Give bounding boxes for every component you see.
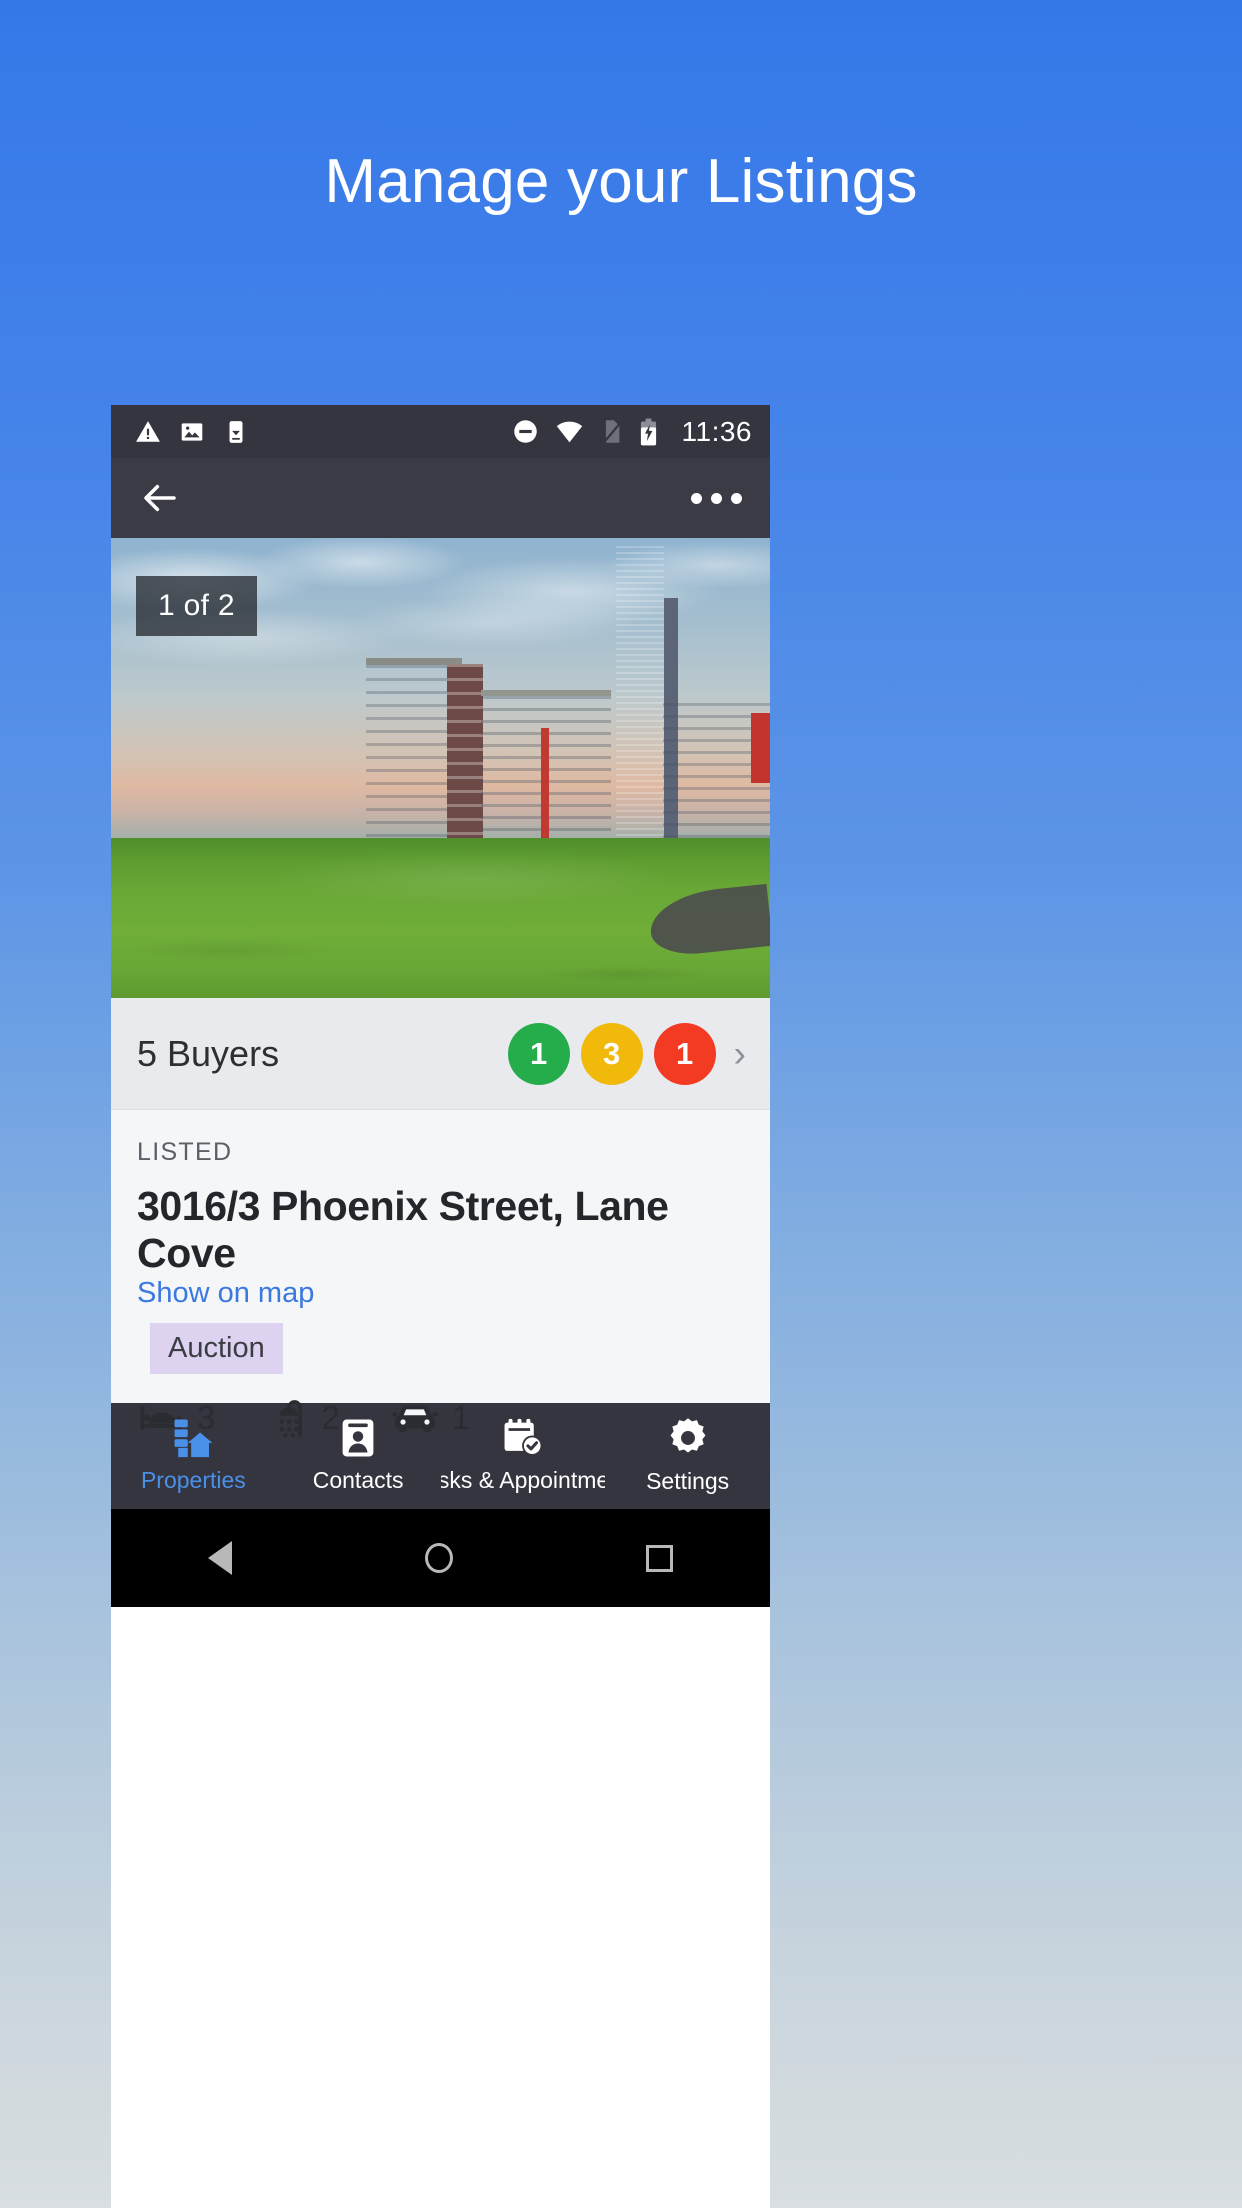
nav-item-contacts[interactable]: Contacts [276,1418,441,1494]
listing-detail: LISTED 3016/3 Phoenix Street, Lane Cove … [111,1110,770,1438]
status-badge-red: 1 [653,1022,716,1085]
tasks-calendar-icon [501,1418,545,1458]
android-recents-icon[interactable] [646,1544,674,1572]
warning-triangle-icon [135,419,161,445]
photo-counter-badge: 1 of 2 [136,576,257,636]
phone-download-icon [223,419,249,445]
property-photo[interactable]: 1 of 2 [111,538,770,998]
status-badge-green: 1 [507,1022,570,1085]
high-rise-tower [616,546,664,864]
battery-charging-icon [639,418,658,446]
buyers-status-badges: 1 3 1 [507,1022,716,1085]
bottom-navigation: Properties Contacts sks & Appointme Sett… [111,1403,770,1509]
do-not-disturb-icon [512,418,539,445]
red-building [751,713,770,783]
android-system-nav [111,1509,770,1607]
nav-label-properties: Properties [140,1467,246,1493]
phone-mockup: 11:36 1 of 2 5 Buyers 1 3 1 › LISTED 301… [111,405,770,2208]
show-on-map-link[interactable]: Show on map [137,1277,314,1309]
buyers-count-label: 5 Buyers [137,1032,280,1074]
android-home-icon[interactable] [424,1543,453,1573]
listing-tag-row: Auction [137,1323,744,1374]
back-arrow-icon[interactable] [139,477,181,519]
listing-status-label: LISTED [137,1138,233,1166]
nav-label-settings: Settings [646,1468,730,1494]
contacts-icon [340,1418,376,1458]
image-icon [179,419,205,445]
overflow-menu-icon[interactable] [691,492,742,504]
nav-label-tasks-appointments: Tasks & Appointme… [440,1467,606,1493]
status-badge-yellow: 3 [580,1022,643,1085]
status-bar-left-icons [135,419,249,445]
chevron-right-icon[interactable]: › [734,1035,746,1072]
nav-item-properties[interactable]: Properties [111,1418,276,1494]
overflow-dot [691,492,702,504]
wifi-icon [555,418,584,445]
properties-icon [171,1418,215,1458]
overflow-dot [711,492,722,504]
nav-item-tasks-appointments[interactable]: Tasks & Appointme… [440,1418,606,1494]
page-title: Manage your Listings [324,147,918,216]
android-back-icon[interactable] [207,1541,232,1575]
app-bar [111,458,770,538]
overflow-dot [731,492,742,504]
status-bar: 11:36 [111,405,770,458]
listing-address: 3016/3 Phoenix Street, Lane Cove [137,1183,669,1276]
nav-label-contacts: Contacts [312,1467,404,1493]
no-sim-icon [600,418,623,445]
status-bar-right-icons: 11:36 [512,416,753,448]
auction-tag: Auction [150,1323,283,1374]
buyers-row[interactable]: 5 Buyers 1 3 1 › [111,998,770,1110]
status-bar-clock: 11:36 [681,415,752,447]
nav-item-settings[interactable]: Settings [605,1417,770,1495]
gear-icon [667,1417,709,1459]
